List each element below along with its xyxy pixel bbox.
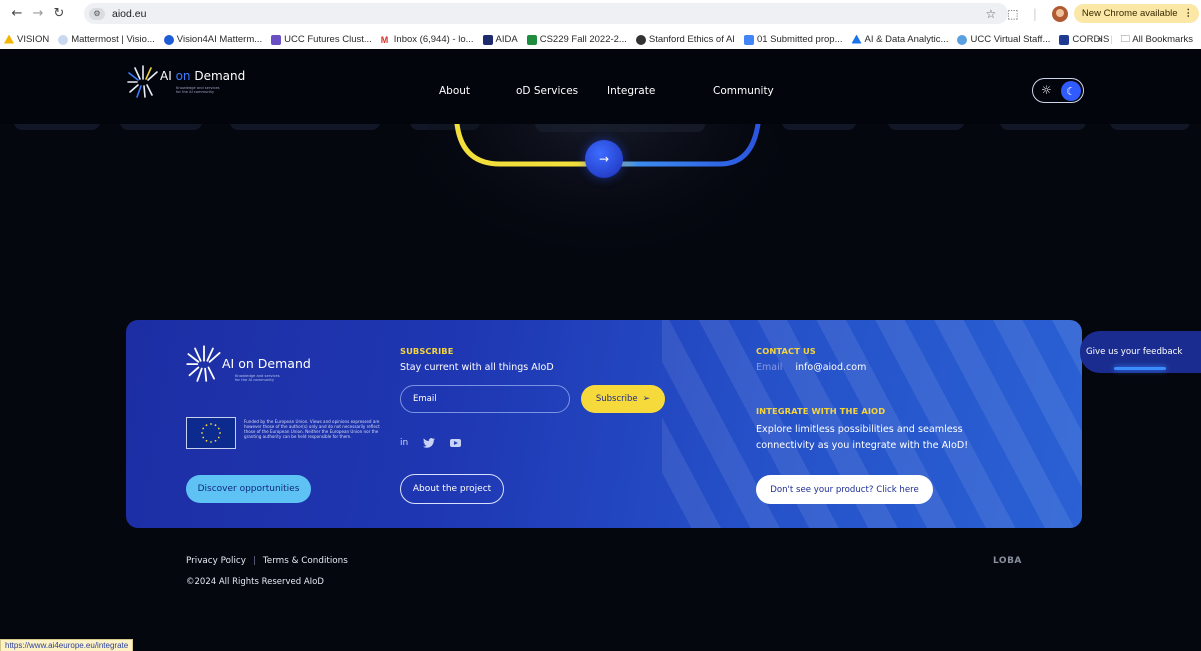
eu-stars-icon	[201, 423, 221, 443]
hero-section: →	[0, 124, 1201, 320]
aida-icon	[482, 34, 493, 45]
browser-toolbar: ← → ↻ ⚙ aiod.eu ☆ ⬚ | New Chrome availab…	[0, 0, 1201, 27]
terms-link[interactable]: Terms & Conditions	[263, 556, 348, 566]
reload-icon[interactable]: ↻	[50, 5, 68, 23]
nav-od-services[interactable]: oD Services	[516, 85, 578, 97]
forms-icon	[271, 34, 282, 45]
bookmark-item[interactable]: Stanford Ethics of AI	[635, 34, 735, 45]
kebab-menu-icon: ⋮	[1183, 8, 1194, 19]
discover-opportunities-button[interactable]: Discover opportunities	[186, 475, 311, 503]
update-label: New Chrome available	[1081, 8, 1178, 19]
email-input[interactable]	[400, 385, 570, 413]
address-bar[interactable]: ⚙ aiod.eu	[84, 3, 1008, 24]
logo-tagline: Knowledge and services for the AI commun…	[235, 374, 280, 383]
eu-flag-icon	[186, 417, 236, 449]
missing-product-button[interactable]: Don't see your product? Click here	[756, 475, 933, 504]
bookmarks-right: » | 🗀 All Bookmarks	[1097, 30, 1193, 49]
logo-wordmark: AI on Demand	[160, 69, 246, 83]
more-bookmarks-button[interactable]: »	[1097, 34, 1102, 45]
nav-about[interactable]: About	[439, 85, 470, 97]
docs-icon	[743, 34, 754, 45]
hero-next-button[interactable]: →	[585, 140, 623, 178]
address-url[interactable]: aiod.eu	[112, 8, 146, 20]
youtube-icon[interactable]	[450, 439, 462, 447]
link-status-bar: https://www.ai4europe.eu/integrate	[0, 639, 134, 651]
drive-icon	[851, 34, 862, 44]
arrow-right-icon: →	[598, 152, 610, 166]
linkedin-icon[interactable]: in	[400, 438, 408, 448]
bookmark-item[interactable]: M Inbox (6,944) - lo...	[380, 34, 474, 45]
subscribe-subtitle: Stay current with all things AIoD	[400, 362, 554, 373]
browser-chrome: ← → ↻ ⚙ aiod.eu ☆ ⬚ | New Chrome availab…	[0, 0, 1201, 49]
profile-avatar[interactable]	[1051, 5, 1068, 22]
feedback-tab[interactable]: Give us your feedback	[1080, 331, 1201, 373]
bookmark-item[interactable]: CS229 Fall 2022-2...	[526, 34, 627, 45]
contact-email-label: Email	[756, 362, 783, 373]
forward-icon[interactable]: →	[29, 5, 47, 23]
logo-rays-icon	[127, 65, 158, 98]
divider: |	[1110, 34, 1113, 45]
chrome-update-button[interactable]: New Chrome available ⋮	[1073, 4, 1199, 23]
contact-email-row: Email info@aiod.com	[756, 362, 866, 373]
bookmark-item[interactable]: Vision4AI Matterm...	[163, 34, 262, 45]
cordis-icon	[1059, 34, 1070, 45]
copyright-text: ©2024 All Rights Reserved AIoD	[186, 577, 324, 587]
moon-icon[interactable]: ☾	[1061, 81, 1081, 101]
all-bookmarks-button[interactable]: 🗀 All Bookmarks	[1121, 32, 1193, 48]
staff-icon	[957, 34, 968, 45]
bookmark-star-icon[interactable]: ☆	[980, 7, 1002, 21]
nav-community[interactable]: Community	[713, 85, 774, 97]
feedback-label: Give us your feedback	[1086, 347, 1183, 357]
theme-toggle[interactable]: ☼ ☾	[1032, 78, 1084, 103]
drive-icon	[4, 34, 14, 44]
bookmark-item[interactable]: VISION	[4, 34, 49, 45]
eu-disclaimer: Funded by the European Union. Views and …	[244, 419, 380, 440]
integrate-description: Explore limitless possibilities and seam…	[756, 424, 969, 451]
site-logo[interactable]: AI on Demand Knowledge and services for …	[127, 64, 245, 98]
legal-links: Privacy Policy | Terms & Conditions	[186, 556, 348, 566]
bookmarks-bar: VISION Mattermost | Visio... Vision4AI M…	[0, 30, 1201, 49]
sun-icon[interactable]: ☼	[1041, 83, 1052, 97]
sheets-icon	[526, 34, 537, 45]
privacy-policy-link[interactable]: Privacy Policy	[186, 556, 246, 566]
about-project-button[interactable]: About the project	[400, 474, 504, 504]
mattermost-icon	[58, 34, 69, 45]
logo-rays-icon	[186, 345, 221, 382]
bookmark-item[interactable]: 01 Submitted prop...	[743, 34, 843, 45]
subscribe-button[interactable]: Subscribe ➢	[581, 385, 665, 413]
agency-logo[interactable]: LOBA	[993, 556, 1022, 566]
back-icon[interactable]: ←	[8, 5, 26, 23]
bookmark-item[interactable]: AI & Data Analytic...	[851, 34, 948, 45]
mattermost-icon	[163, 34, 174, 45]
toolbar-right: ☆ ⬚ | New Chrome available ⋮	[980, 3, 1201, 24]
divider: |	[1032, 6, 1037, 21]
footer-card: AI on Demand Knowledge and services for …	[126, 320, 1082, 528]
logo-tagline: Knowledge and services for the AI commun…	[176, 86, 220, 94]
feedback-glow	[1114, 367, 1166, 370]
subscribe-heading: SUBSCRIBE	[400, 346, 454, 356]
globe-icon	[635, 34, 646, 45]
legal-separator: |	[252, 556, 256, 566]
footer-logo[interactable]: AI on Demand Knowledge and services for …	[186, 344, 326, 388]
site-settings-icon[interactable]: ⚙	[89, 7, 105, 20]
bookmark-item[interactable]: UCC Virtual Staff...	[957, 34, 1050, 45]
logo-wordmark: AI on Demand	[222, 356, 311, 371]
folder-icon: 🗀	[1120, 33, 1131, 45]
social-links: in	[400, 438, 462, 448]
twitter-icon[interactable]	[423, 438, 436, 448]
extensions-icon[interactable]: ⬚	[1002, 7, 1024, 21]
contact-email-link[interactable]: info@aiod.com	[795, 362, 866, 373]
integrate-heading: INTEGRATE WITH THE AIOD	[756, 406, 886, 416]
bookmark-item[interactable]: Mattermost | Visio...	[58, 34, 155, 45]
send-icon: ➢	[642, 394, 651, 404]
contact-heading: CONTACT US	[756, 346, 816, 356]
gmail-icon: M	[380, 34, 391, 45]
bookmark-item[interactable]: UCC Futures Clust...	[271, 34, 372, 45]
nav-integrate[interactable]: Integrate	[607, 85, 655, 97]
bookmark-item[interactable]: AIDA	[482, 34, 518, 45]
